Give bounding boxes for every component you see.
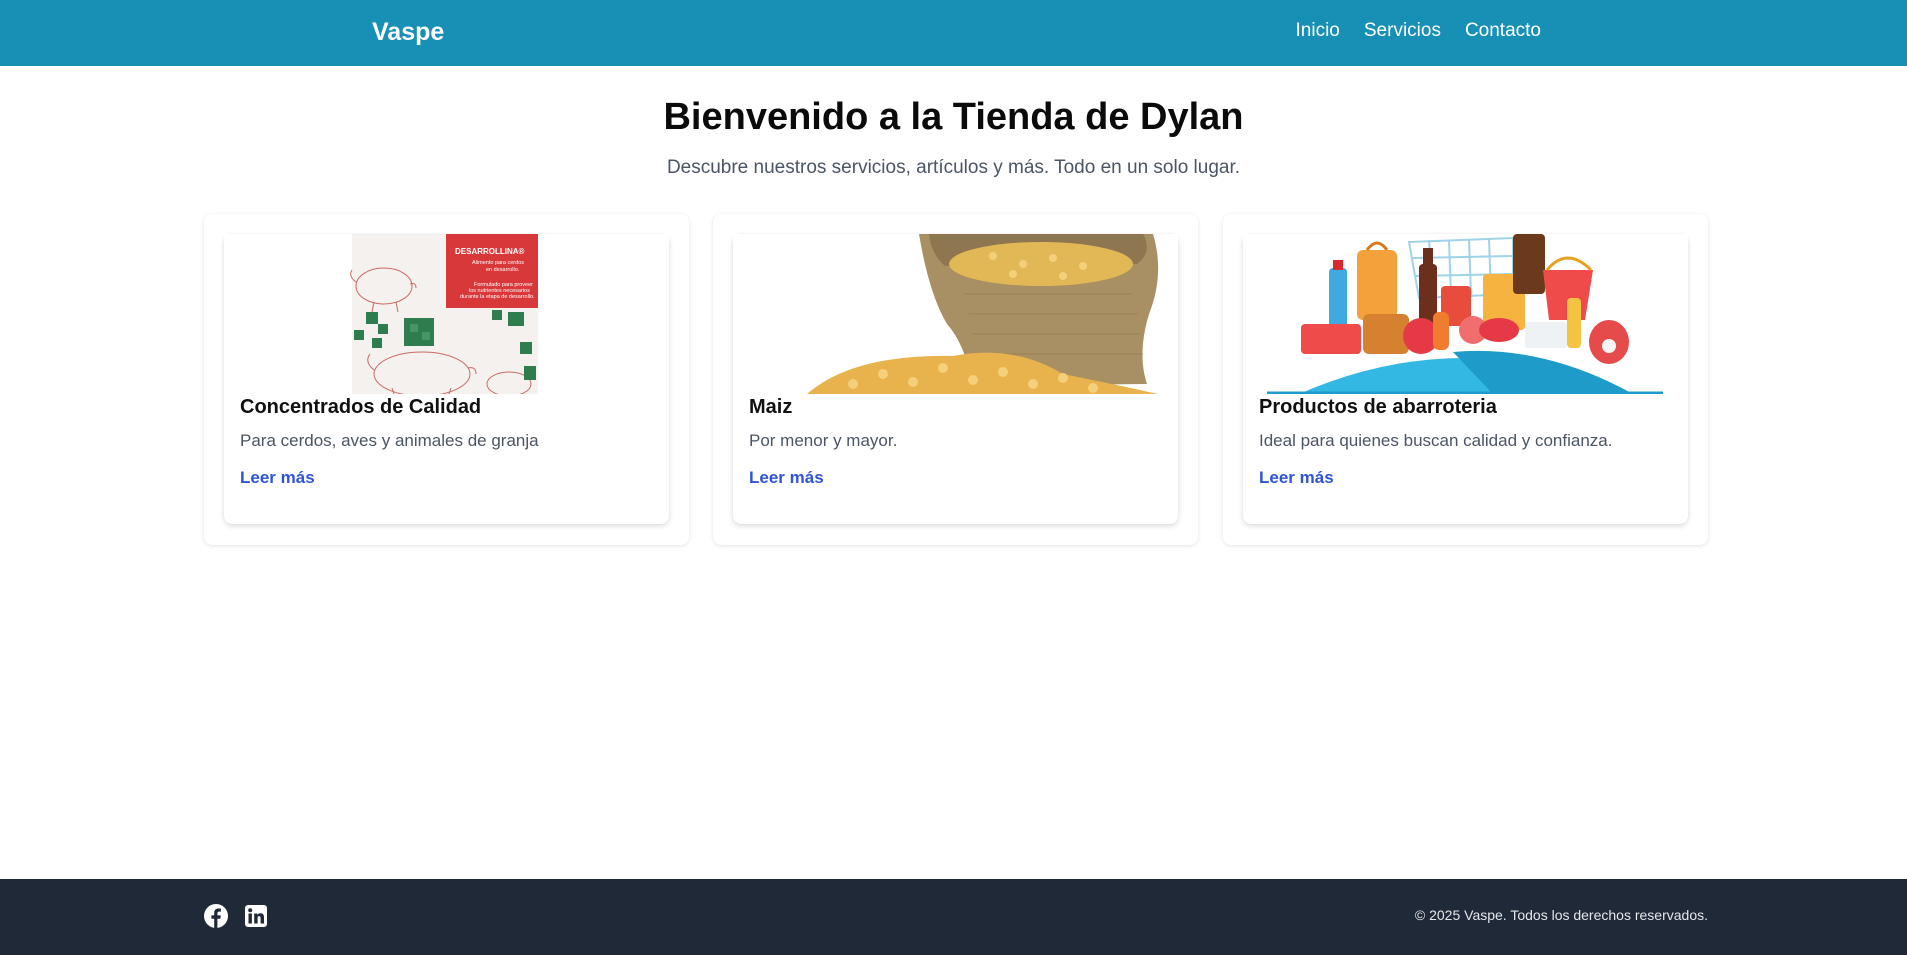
card-title: Maiz xyxy=(749,396,793,418)
card-wrapper: Maiz Por menor y mayor. Leer más xyxy=(713,214,1198,545)
groceries-image xyxy=(1243,234,1688,394)
footer: © 2025 Vaspe. Todos los derechos reserva… xyxy=(0,879,1907,955)
feed-bag-image: DESARROLLINA® Alimento para cerdos en de… xyxy=(224,234,669,394)
corn-sack-image xyxy=(733,234,1178,394)
read-more-link[interactable]: Leer más xyxy=(240,468,315,488)
nav-links: Inicio Servicios Contacto xyxy=(1296,20,1541,42)
brand-logo[interactable]: Vaspe xyxy=(372,18,444,47)
navbar: Vaspe Inicio Servicios Contacto xyxy=(0,0,1907,66)
bag-text-line5: durante la etapa de desarrollo. xyxy=(460,294,535,300)
card-title: Concentrados de Calidad xyxy=(240,396,482,418)
bag-brand-text: DESARROLLINA® xyxy=(455,247,525,256)
page-title: Bienvenido a la Tienda de Dylan xyxy=(663,96,1244,138)
card-title: Productos de abarroteria xyxy=(1259,396,1497,418)
card-description: Para cerdos, aves y animales de granja xyxy=(240,431,539,450)
card-description: Por menor y mayor. xyxy=(749,431,898,450)
card-wrapper: DESARROLLINA® Alimento para cerdos en de… xyxy=(204,214,689,545)
nav-link-servicios[interactable]: Servicios xyxy=(1364,20,1441,42)
copyright-text: © 2025 Vaspe. Todos los derechos reserva… xyxy=(1414,907,1708,923)
nav-link-inicio[interactable]: Inicio xyxy=(1296,20,1340,42)
facebook-icon[interactable] xyxy=(204,904,228,928)
read-more-link[interactable]: Leer más xyxy=(749,468,824,488)
card-description: Ideal para quienes buscan calidad y conf… xyxy=(1259,431,1613,450)
bag-text-line2: en desarrollo. xyxy=(486,267,520,273)
product-card-concentrados: DESARROLLINA® Alimento para cerdos en de… xyxy=(224,234,669,524)
product-card-maiz: Maiz Por menor y mayor. Leer más xyxy=(733,234,1178,524)
page-subtitle: Descubre nuestros servicios, artículos y… xyxy=(666,157,1241,178)
read-more-link[interactable]: Leer más xyxy=(1259,468,1334,488)
card-grid: DESARROLLINA® Alimento para cerdos en de… xyxy=(204,214,1708,545)
nav-link-contacto[interactable]: Contacto xyxy=(1465,20,1541,42)
product-card-abarroteria: Productos de abarroteria Ideal para quie… xyxy=(1243,234,1688,524)
card-wrapper: Productos de abarroteria Ideal para quie… xyxy=(1223,214,1708,545)
linkedin-icon[interactable] xyxy=(244,904,268,928)
social-links xyxy=(204,904,268,928)
bag-text-line1: Alimento para cerdos xyxy=(472,260,524,266)
